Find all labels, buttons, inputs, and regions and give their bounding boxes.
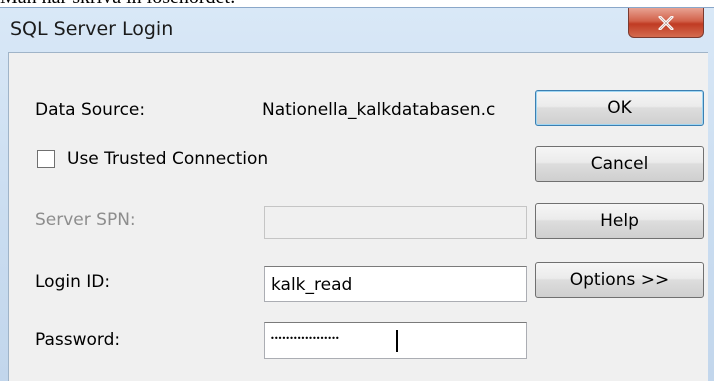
options-button[interactable]: Options >>	[535, 262, 704, 298]
data-source-label: Data Source:	[35, 100, 146, 120]
use-trusted-connection-checkbox[interactable]	[37, 150, 55, 168]
password-mask: ••••••••••••••••••	[270, 334, 340, 343]
data-source-value: Nationella_kalkdatabasen.c	[262, 100, 496, 120]
ok-button[interactable]: OK	[535, 90, 704, 126]
text-caret	[396, 330, 398, 352]
dialog-body: Data Source: Nationella_kalkdatabasen.c …	[8, 52, 708, 381]
help-button[interactable]: Help	[535, 203, 704, 239]
login-id-field[interactable]: kalk_read	[264, 266, 527, 302]
password-label: Password:	[35, 330, 121, 350]
dialog-title: SQL Server Login	[10, 18, 174, 40]
close-icon	[658, 15, 674, 30]
server-spn-label: Server SPN:	[35, 210, 136, 230]
server-spn-field	[264, 206, 527, 239]
login-id-label: Login ID:	[35, 272, 111, 292]
use-trusted-connection-label[interactable]: Use Trusted Connection	[67, 148, 268, 170]
login-id-value: kalk_read	[271, 275, 353, 295]
password-field[interactable]: ••••••••••••••••••	[264, 322, 527, 359]
title-bar[interactable]: SQL Server Login	[0, 8, 714, 52]
cancel-button[interactable]: Cancel	[535, 146, 704, 182]
sql-server-login-dialog: SQL Server Login Data Source: Nationella…	[0, 7, 714, 381]
close-button[interactable]	[628, 8, 704, 38]
